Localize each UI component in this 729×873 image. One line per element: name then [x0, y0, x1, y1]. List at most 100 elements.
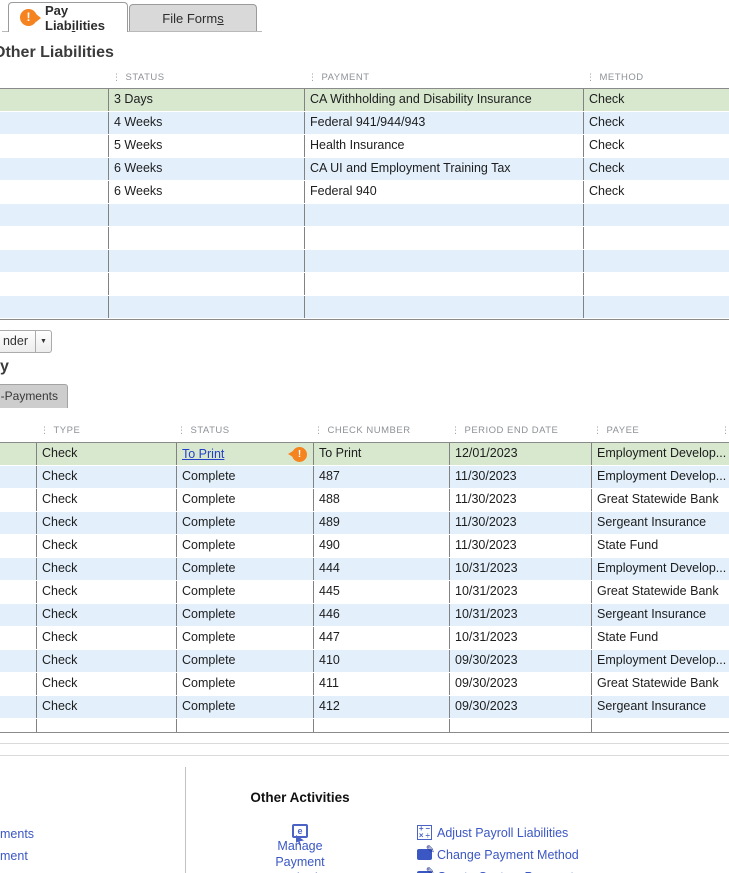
- cell: CA Withholding and Disability Insurance: [304, 89, 583, 111]
- cell: 410: [313, 650, 449, 672]
- cell: 447: [313, 627, 449, 649]
- cell: CA UI and Employment Training Tax: [304, 158, 583, 180]
- cell: 12/01/2023: [449, 443, 591, 465]
- cell: [108, 273, 304, 295]
- column-header-payment[interactable]: ⋮ PAYMENT: [308, 72, 370, 83]
- liability-row[interactable]: 6 Weeks CA UI and Employment Training Tax…: [0, 158, 729, 181]
- column-header-status[interactable]: ⋮ STATUS: [112, 72, 165, 83]
- cell: 3 Days: [108, 89, 304, 111]
- column-grip-icon[interactable]: ⋮: [112, 72, 122, 82]
- create-custom-payments-link[interactable]: Create Custom Payments: [417, 865, 580, 873]
- cell: Check: [36, 650, 176, 672]
- payment-row[interactable]: Check To Print! To Print 12/01/2023 Employme…: [0, 443, 729, 466]
- tab-pay-liabilities[interactable]: ! Pay Liabilities: [8, 2, 128, 33]
- cell: Complete: [176, 466, 313, 488]
- tab-file-forms[interactable]: File Forms: [129, 4, 257, 31]
- change-payment-method-link[interactable]: Change Payment Method: [417, 843, 580, 863]
- liability-row[interactable]: [0, 273, 729, 296]
- payment-row[interactable]: Check Complete 487 11/30/2023 Employment Dev…: [0, 466, 729, 489]
- cell: Check: [36, 696, 176, 718]
- adjust-payroll-liabilities-link[interactable]: + − × ÷ Adjust Payroll Liabilities: [417, 824, 580, 841]
- tab-e-payments[interactable]: -Payments: [0, 384, 68, 408]
- cell: 09/30/2023: [449, 673, 591, 695]
- cell: [0, 443, 36, 465]
- to-print-link[interactable]: To Print: [182, 444, 224, 465]
- cell: Employment Develop...: [591, 443, 729, 465]
- cell: [36, 719, 176, 732]
- column-header-type[interactable]: ⋮ TYPE: [40, 425, 80, 436]
- column-grip-icon[interactable]: ⋮: [586, 72, 596, 82]
- column-grip-icon[interactable]: ⋮: [314, 425, 324, 435]
- manage-payment-methods-link[interactable]: e Manage Payment Methods: [252, 822, 348, 873]
- cell: [0, 273, 108, 295]
- cell: 444: [313, 558, 449, 580]
- payment-row[interactable]: Check Complete 447 10/31/2023 State Fund: [0, 627, 729, 650]
- column-header-method[interactable]: ⋮ METHOD: [586, 72, 644, 83]
- cell: [304, 227, 583, 249]
- cell: [0, 535, 36, 557]
- bottom-section-divider: [185, 767, 186, 873]
- liability-row[interactable]: [0, 204, 729, 227]
- warning-icon: !: [288, 446, 307, 462]
- payment-row[interactable]: Check Complete 488 11/30/2023 Great Statewid…: [0, 489, 729, 512]
- payment-row[interactable]: Check Complete 444 10/31/2023 Employment Dev…: [0, 558, 729, 581]
- cell: [0, 627, 36, 649]
- cell: [0, 466, 36, 488]
- payment-row[interactable]: Check Complete 446 10/31/2023 Sergeant Insur…: [0, 604, 729, 627]
- column-grip-icon[interactable]: ⋮: [451, 425, 461, 435]
- payment-reminder-dropdown-button[interactable]: nder ▼: [0, 330, 52, 353]
- cell: Check: [36, 512, 176, 534]
- payment-row[interactable]: Check Complete 410 09/30/2023 Employment Dev…: [0, 650, 729, 673]
- column-grip-icon[interactable]: ⋮: [177, 425, 187, 435]
- column-grip-icon[interactable]: ⋮: [593, 425, 603, 435]
- cell: Check: [583, 89, 729, 111]
- liability-row[interactable]: 4 Weeks Federal 941/944/943 Check: [0, 112, 729, 135]
- manage-link-line2[interactable]: Payment Methods: [275, 855, 324, 873]
- cell: 487: [313, 466, 449, 488]
- payment-row[interactable]: Check Complete 411 09/30/2023 Great Statewid…: [0, 673, 729, 696]
- column-grip-icon[interactable]: ⋮: [308, 72, 318, 82]
- quick-guide-link-payments[interactable]: ments: [0, 827, 34, 841]
- other-activities-title: Other Activities: [250, 790, 350, 805]
- cell: 411: [313, 673, 449, 695]
- cell: 10/31/2023: [449, 581, 591, 603]
- payment-row[interactable]: Check Complete 412 09/30/2023 Sergeant Insur…: [0, 696, 729, 719]
- column-header-status[interactable]: ⋮ STATUS: [177, 425, 230, 436]
- column-header-payee[interactable]: ⋮ PAYEE: [593, 425, 639, 436]
- cell: [0, 604, 36, 626]
- cell: [591, 719, 729, 732]
- cell: Check: [36, 443, 176, 465]
- column-header-check-number[interactable]: ⋮ CHECK NUMBER: [314, 425, 411, 436]
- payment-row[interactable]: Check Complete 490 11/30/2023 State Fund: [0, 535, 729, 558]
- cell: 490: [313, 535, 449, 557]
- column-header-period-end-date[interactable]: ⋮ PERIOD END DATE: [451, 425, 558, 436]
- dropdown-arrow-icon[interactable]: ▼: [35, 331, 51, 352]
- cell: 6 Weeks: [108, 181, 304, 203]
- cell: [0, 227, 108, 249]
- column-grip-icon[interactable]: ⋮: [721, 425, 729, 436]
- cell: [108, 250, 304, 272]
- cell: [304, 250, 583, 272]
- payment-row[interactable]: Check Complete 489 11/30/2023 Sergeant Insur…: [0, 512, 729, 535]
- cell: [0, 181, 108, 203]
- cell: [583, 227, 729, 249]
- cell: [304, 204, 583, 226]
- cell: [313, 719, 449, 732]
- quick-guide-link-payment[interactable]: ment: [0, 849, 28, 863]
- liability-row[interactable]: [0, 227, 729, 250]
- cell: Complete: [176, 673, 313, 695]
- cell: Check: [36, 627, 176, 649]
- cell: Health Insurance: [304, 135, 583, 157]
- liability-row[interactable]: 5 Weeks Health Insurance Check: [0, 135, 729, 158]
- payment-row-partial[interactable]: [0, 719, 729, 732]
- column-grip-icon[interactable]: ⋮: [40, 425, 50, 435]
- cell: State Fund: [591, 627, 729, 649]
- payment-row[interactable]: Check Complete 445 10/31/2023 Great Statewid…: [0, 581, 729, 604]
- liability-row[interactable]: 3 Days CA Withholding and Disability Insu…: [0, 89, 729, 112]
- other-activities-links: +−×÷ Adjust Payroll Liabilities Change P…: [417, 824, 580, 873]
- cell: Check: [36, 489, 176, 511]
- cell: Complete: [176, 558, 313, 580]
- liability-row[interactable]: 6 Weeks Federal 940 Check: [0, 181, 729, 204]
- liability-row[interactable]: [0, 296, 729, 319]
- liability-row[interactable]: [0, 250, 729, 273]
